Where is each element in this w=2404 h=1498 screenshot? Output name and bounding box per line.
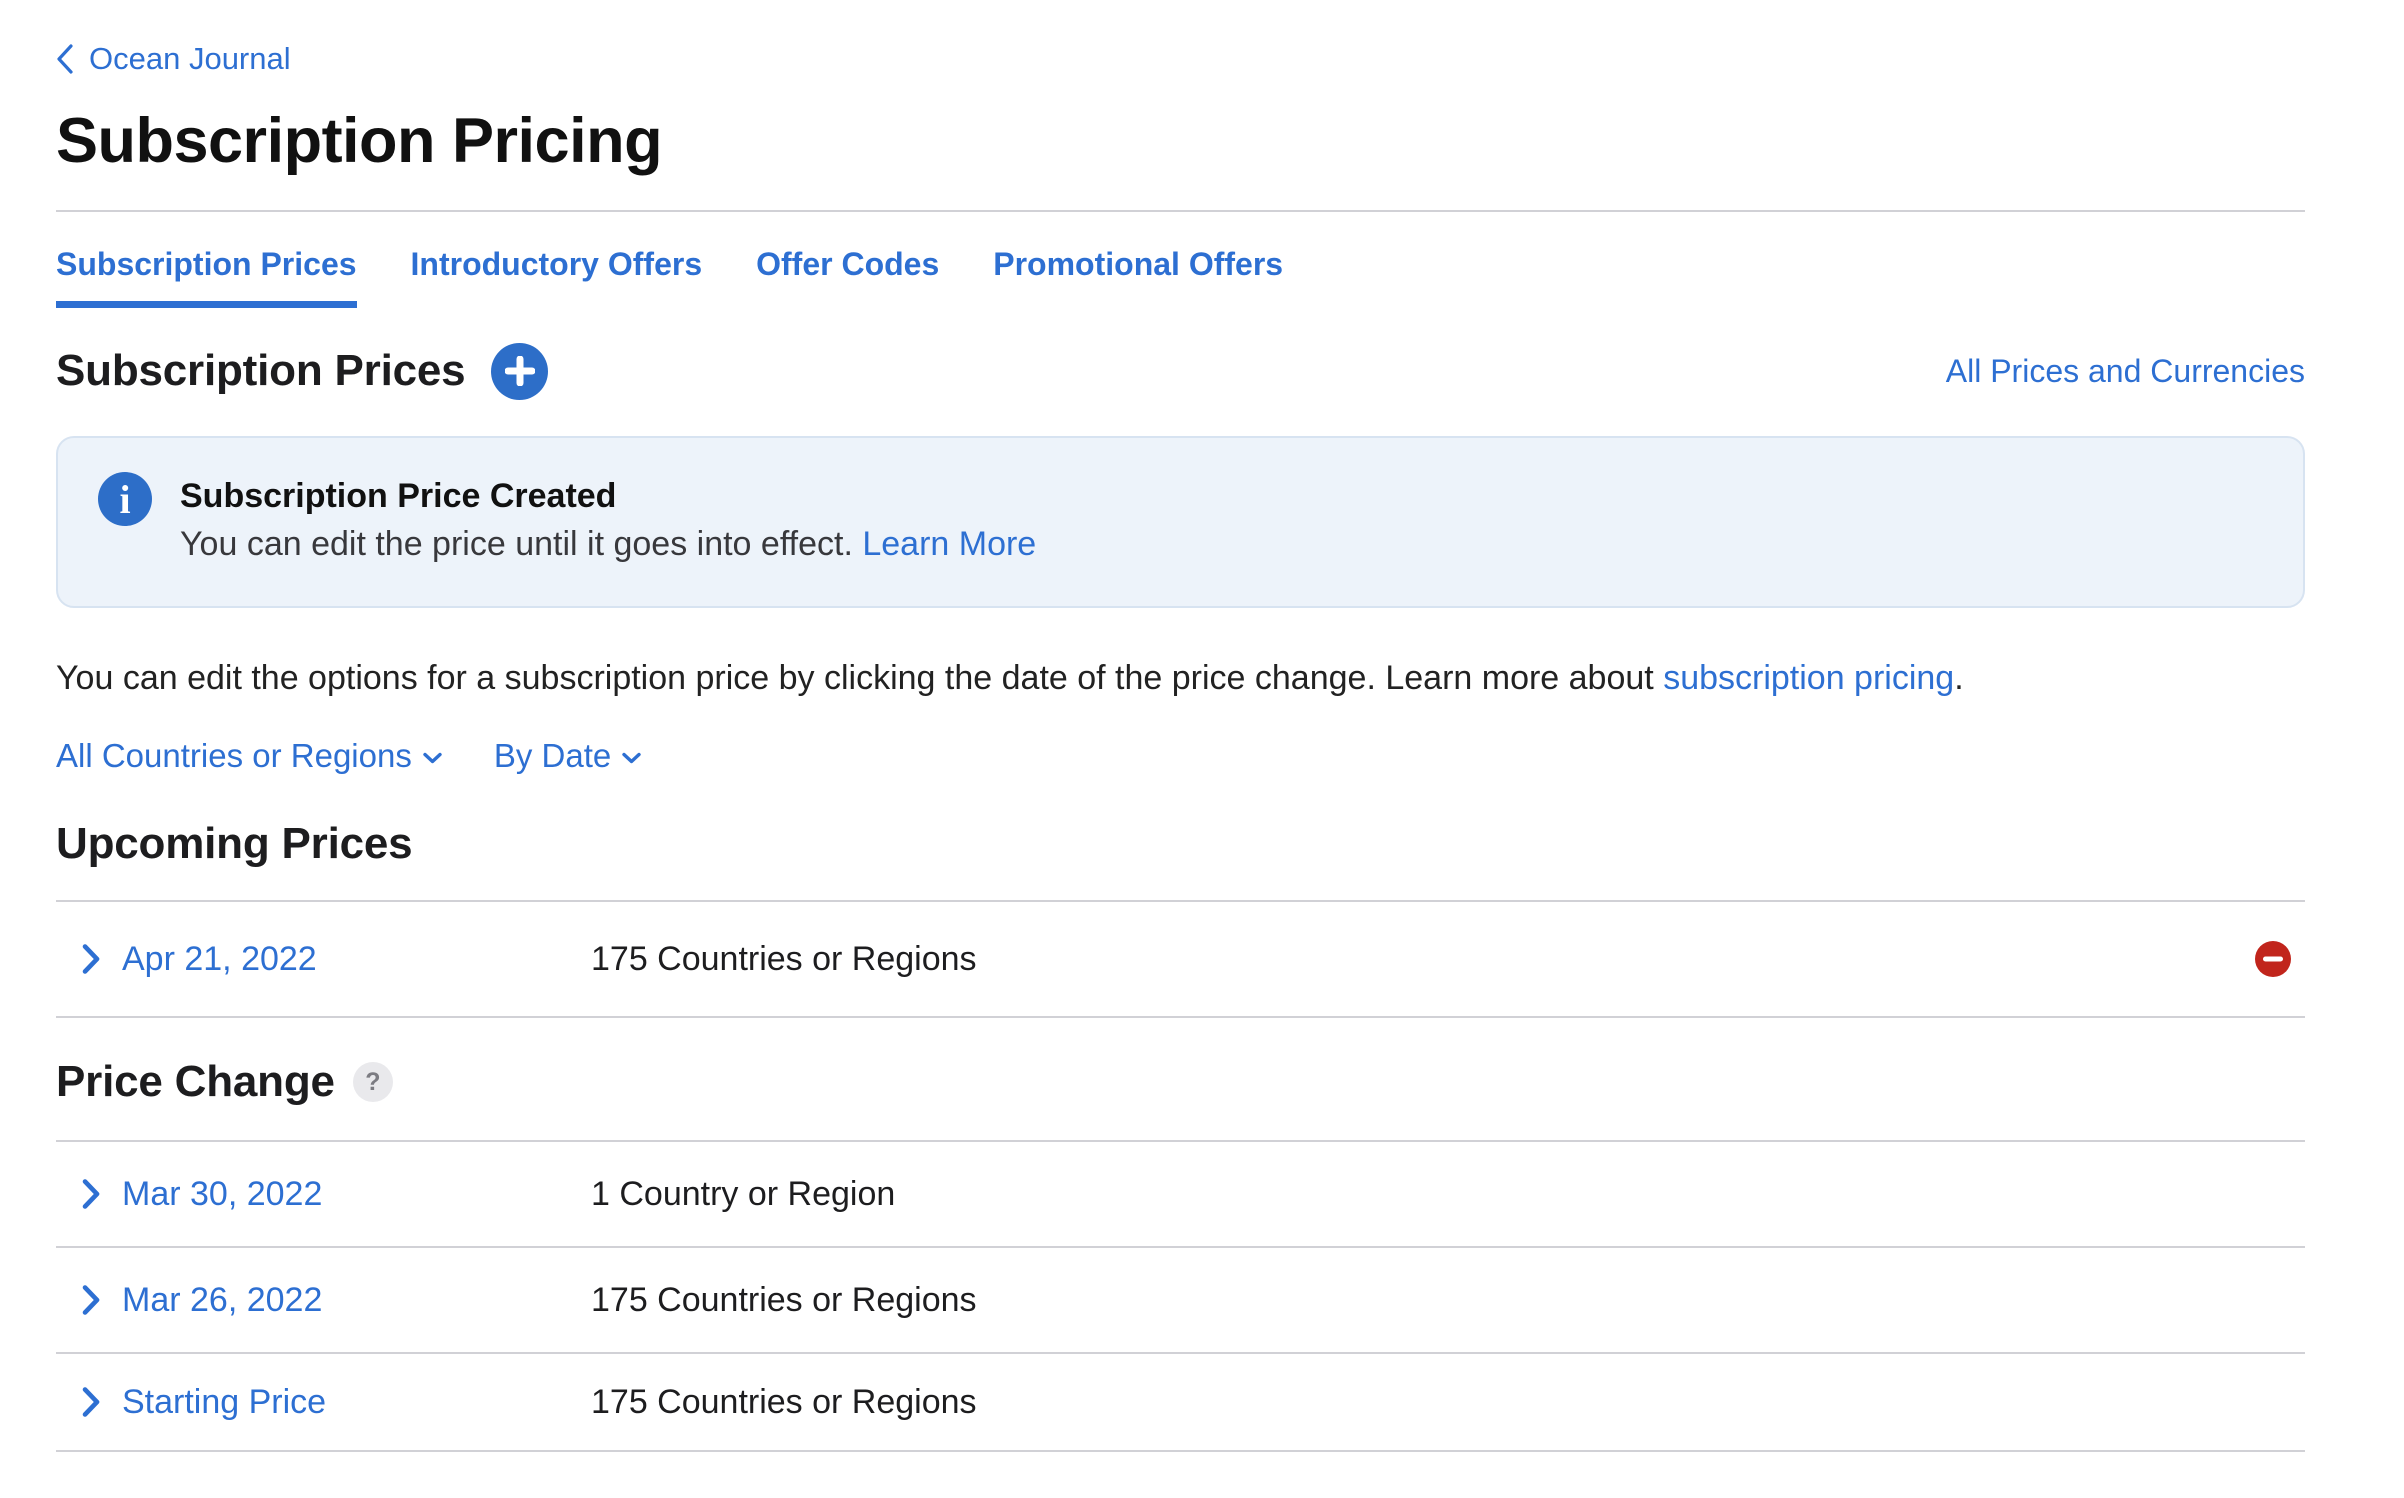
info-banner: i Subscription Price Created You can edi… xyxy=(56,436,2305,608)
upcoming-prices-heading: Upcoming Prices xyxy=(56,818,2305,870)
price-date-link[interactable]: Mar 30, 2022 xyxy=(122,1175,591,1214)
plus-icon xyxy=(505,356,535,386)
by-date-filter-label: By Date xyxy=(494,737,611,775)
remove-price-button[interactable] xyxy=(2255,941,2291,977)
breadcrumb: Ocean Journal xyxy=(56,40,2305,78)
section-header: Subscription Prices All Prices and Curre… xyxy=(56,342,2305,400)
divider xyxy=(56,1016,2305,1018)
price-scope: 175 Countries or Regions xyxy=(591,940,2255,979)
tab-promotional-offers[interactable]: Promotional Offers xyxy=(993,212,1283,308)
add-price-button[interactable] xyxy=(491,343,548,400)
chevron-right-icon xyxy=(82,1179,100,1209)
by-date-filter-dropdown[interactable]: By Date xyxy=(494,737,641,775)
filter-bar: All Countries or Regions By Date xyxy=(56,734,2305,778)
chevron-down-icon xyxy=(622,752,641,764)
price-scope: 1 Country or Region xyxy=(591,1175,2305,1214)
price-change-heading-label: Price Change xyxy=(56,1056,335,1108)
minus-icon xyxy=(2263,957,2283,962)
banner-text: Subscription Price Created You can edit … xyxy=(180,474,1036,566)
table-row-upcoming-price: Apr 21, 2022 175 Countries or Regions xyxy=(56,902,2305,1016)
banner-title: Subscription Price Created xyxy=(180,474,1036,518)
chevron-down-icon xyxy=(423,752,442,764)
divider xyxy=(56,1450,2305,1452)
countries-filter-label: All Countries or Regions xyxy=(56,737,412,775)
price-date-link[interactable]: Starting Price xyxy=(122,1383,591,1422)
table-row-price-change: Starting Price 175 Countries or Regions xyxy=(56,1354,2305,1450)
description-before: You can edit the options for a subscript… xyxy=(56,659,1663,697)
chevron-right-icon xyxy=(82,1387,100,1417)
page-title: Subscription Pricing xyxy=(56,104,2305,178)
page-container: Ocean Journal Subscription Pricing Subsc… xyxy=(56,40,2305,1452)
back-link[interactable]: Ocean Journal xyxy=(56,41,291,77)
chevron-left-icon xyxy=(56,44,73,74)
banner-body: You can edit the price until it goes int… xyxy=(180,522,1036,566)
price-change-heading: Price Change ? xyxy=(56,1056,2305,1108)
price-scope: 175 Countries or Regions xyxy=(591,1281,2305,1320)
description-text: You can edit the options for a subscript… xyxy=(56,656,2305,700)
back-link-label: Ocean Journal xyxy=(89,41,291,77)
price-date-link[interactable]: Mar 26, 2022 xyxy=(122,1281,591,1320)
section-title: Subscription Prices xyxy=(56,346,465,396)
tab-offer-codes[interactable]: Offer Codes xyxy=(756,212,939,308)
banner-body-text: You can edit the price until it goes int… xyxy=(180,525,862,563)
tab-introductory-offers[interactable]: Introductory Offers xyxy=(411,212,703,308)
chevron-right-icon xyxy=(82,1285,100,1315)
chevron-right-icon xyxy=(82,944,100,974)
price-date-link[interactable]: Apr 21, 2022 xyxy=(122,940,591,979)
price-scope: 175 Countries or Regions xyxy=(591,1383,2305,1422)
description-after: . xyxy=(1954,659,1963,697)
tab-bar: Subscription Prices Introductory Offers … xyxy=(56,212,2305,308)
subscription-pricing-link[interactable]: subscription pricing xyxy=(1663,659,1954,697)
tab-subscription-prices[interactable]: Subscription Prices xyxy=(56,212,357,308)
learn-more-link[interactable]: Learn More xyxy=(862,525,1036,563)
table-row-price-change: Mar 26, 2022 175 Countries or Regions xyxy=(56,1248,2305,1352)
info-icon: i xyxy=(98,472,152,526)
countries-filter-dropdown[interactable]: All Countries or Regions xyxy=(56,737,442,775)
table-row-price-change: Mar 30, 2022 1 Country or Region xyxy=(56,1142,2305,1246)
all-prices-and-currencies-link[interactable]: All Prices and Currencies xyxy=(1946,353,2305,390)
help-icon[interactable]: ? xyxy=(353,1062,393,1102)
